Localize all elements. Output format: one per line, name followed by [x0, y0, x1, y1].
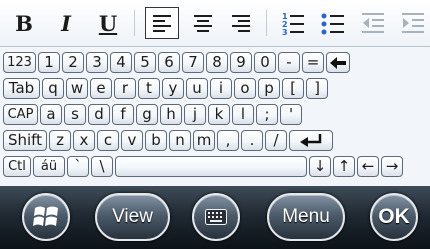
key-i[interactable]: i [210, 78, 232, 99]
key-x[interactable]: x [73, 130, 95, 151]
key-comma[interactable]: , [217, 130, 239, 151]
key-caps[interactable]: CAP [3, 104, 38, 125]
key-g[interactable]: g [136, 104, 158, 125]
italic-label: I [61, 10, 71, 36]
key-4[interactable]: 4 [110, 52, 132, 73]
key-space[interactable] [115, 156, 307, 177]
svg-text:3: 3 [282, 28, 288, 35]
key-c[interactable]: c [97, 130, 119, 151]
key-e[interactable]: e [90, 78, 112, 99]
key-n[interactable]: n [169, 130, 191, 151]
key-international[interactable]: áü [33, 156, 65, 177]
key-5[interactable]: 5 [134, 52, 156, 73]
align-left-icon [153, 15, 171, 32]
key-v[interactable]: v [121, 130, 143, 151]
decrease-indent-button[interactable] [356, 7, 390, 39]
key-semicolon[interactable]: ; [256, 104, 278, 125]
key-enter[interactable] [289, 130, 333, 151]
key-q[interactable]: q [42, 78, 64, 99]
key-8[interactable]: 8 [206, 52, 228, 73]
key-o[interactable]: o [234, 78, 256, 99]
key-left-bracket[interactable]: [ [282, 78, 304, 99]
bulleted-list-icon [321, 13, 344, 35]
key-shift[interactable]: Shift [3, 130, 47, 151]
increase-indent-button[interactable] [396, 7, 430, 39]
key-backslash[interactable]: \ [91, 156, 113, 177]
align-right-button[interactable] [224, 7, 258, 39]
ok-button[interactable]: OK [370, 193, 418, 241]
key-slash[interactable]: / [265, 130, 287, 151]
toolbar-divider [134, 10, 135, 36]
keyboard-toggle-button[interactable] [192, 193, 240, 241]
key-equals[interactable]: = [302, 52, 324, 73]
key-tab[interactable]: Tab [3, 78, 40, 99]
windows-flag-icon [33, 206, 58, 226]
key-period[interactable]: . [241, 130, 263, 151]
start-button[interactable] [22, 193, 70, 241]
key-m[interactable]: m [193, 130, 215, 151]
key-right[interactable]: → [381, 156, 403, 177]
bold-button[interactable]: B [6, 7, 42, 39]
key-1[interactable]: 1 [38, 52, 60, 73]
menu-button[interactable]: Menu [267, 193, 345, 241]
key-a[interactable]: a [40, 104, 62, 125]
enter-arrow-icon [300, 133, 322, 147]
bottom-bar: View Menu OK [0, 186, 430, 249]
screen: B I U 1 2 3 123 1 2 3 4 5 6 7 8 9 0 - = … [0, 0, 430, 249]
bold-label: B [15, 10, 33, 36]
key-up[interactable]: ↑ [333, 156, 355, 177]
key-backtick[interactable]: ` [67, 156, 89, 177]
view-button[interactable]: View [95, 193, 170, 241]
key-l[interactable]: l [232, 104, 254, 125]
ok-label: OK [378, 205, 410, 228]
key-h[interactable]: h [160, 104, 182, 125]
key-z[interactable]: z [49, 130, 71, 151]
align-center-icon [194, 15, 212, 32]
increase-indent-icon [402, 13, 424, 33]
key-7[interactable]: 7 [182, 52, 204, 73]
bulleted-list-button[interactable] [316, 7, 350, 39]
align-left-button[interactable] [145, 7, 179, 39]
key-b[interactable]: b [145, 130, 167, 151]
numbered-list-icon: 123 [282, 12, 304, 35]
align-center-button[interactable] [186, 7, 220, 39]
key-d[interactable]: d [88, 104, 110, 125]
key-p[interactable]: p [258, 78, 280, 99]
italic-button[interactable]: I [48, 7, 84, 39]
key-backspace[interactable] [326, 52, 350, 73]
formatting-toolbar: B I U 1 2 3 [0, 0, 430, 47]
numbered-list-button[interactable]: 123 [276, 7, 310, 39]
key-r[interactable]: r [114, 78, 136, 99]
key-f[interactable]: f [112, 104, 134, 125]
key-k[interactable]: k [208, 104, 230, 125]
decrease-indent-icon [362, 13, 384, 33]
soft-keyboard: 123 1 2 3 4 5 6 7 8 9 0 - = Tab q w e r … [0, 47, 430, 186]
toolbar-divider [266, 10, 267, 36]
key-2[interactable]: 2 [62, 52, 84, 73]
backspace-arrow-icon [330, 56, 346, 69]
key-minus[interactable]: - [278, 52, 300, 73]
key-0[interactable]: 0 [254, 52, 276, 73]
underline-button[interactable]: U [90, 7, 126, 39]
key-down[interactable]: ↓ [309, 156, 331, 177]
underline-label: U [98, 10, 118, 36]
key-9[interactable]: 9 [230, 52, 252, 73]
key-t[interactable]: t [138, 78, 160, 99]
key-3[interactable]: 3 [86, 52, 108, 73]
key-w[interactable]: w [66, 78, 88, 99]
menu-label: Menu [282, 206, 330, 227]
key-s[interactable]: s [64, 104, 86, 125]
align-right-icon [232, 15, 250, 32]
key-apostrophe[interactable]: ' [280, 104, 302, 125]
key-j[interactable]: j [184, 104, 206, 125]
key-ctrl[interactable]: Ctl [3, 156, 31, 177]
key-y[interactable]: y [162, 78, 184, 99]
key-right-bracket[interactable]: ] [306, 78, 328, 99]
view-label: View [112, 206, 153, 227]
key-left[interactable]: ← [357, 156, 379, 177]
key-123[interactable]: 123 [3, 52, 36, 73]
key-u[interactable]: u [186, 78, 208, 99]
keyboard-icon [205, 209, 227, 225]
key-6[interactable]: 6 [158, 52, 180, 73]
